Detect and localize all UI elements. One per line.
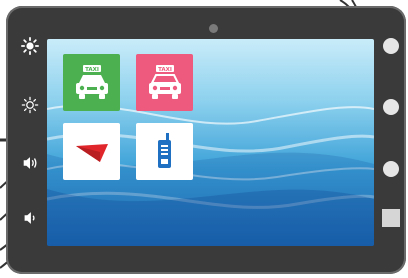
taxi-icon: TAXI	[75, 64, 108, 99]
round-button-1[interactable]	[383, 38, 399, 54]
taxi-badge-label: TAXI	[85, 67, 99, 73]
app-walkie-talkie[interactable]	[136, 123, 193, 180]
volume-down-button[interactable]	[16, 204, 44, 232]
app-taxi-green[interactable]: TAXI	[63, 54, 120, 111]
brightness-down-button[interactable]	[16, 91, 44, 119]
taxi-icon: TAXI	[148, 64, 181, 99]
sun-outline-icon	[21, 96, 39, 114]
speaker-icon	[24, 212, 35, 224]
camera-lens	[209, 24, 218, 33]
brightness-up-button[interactable]	[16, 32, 44, 60]
taxi-badge-label: TAXI	[158, 67, 172, 73]
red-arrow-icon	[75, 143, 108, 162]
app-red-arrow[interactable]	[63, 123, 120, 180]
walkie-talkie-icon	[157, 132, 171, 168]
volume-up-button[interactable]	[16, 149, 44, 177]
speaker-waves-icon	[23, 157, 37, 169]
app-taxi-pink[interactable]: TAXI	[136, 54, 193, 111]
sun-bold-icon	[21, 37, 39, 55]
device-screen: TAXI TAXI	[47, 39, 374, 246]
square-button[interactable]	[382, 209, 400, 227]
round-button-2[interactable]	[383, 99, 399, 115]
round-button-3[interactable]	[383, 161, 399, 177]
